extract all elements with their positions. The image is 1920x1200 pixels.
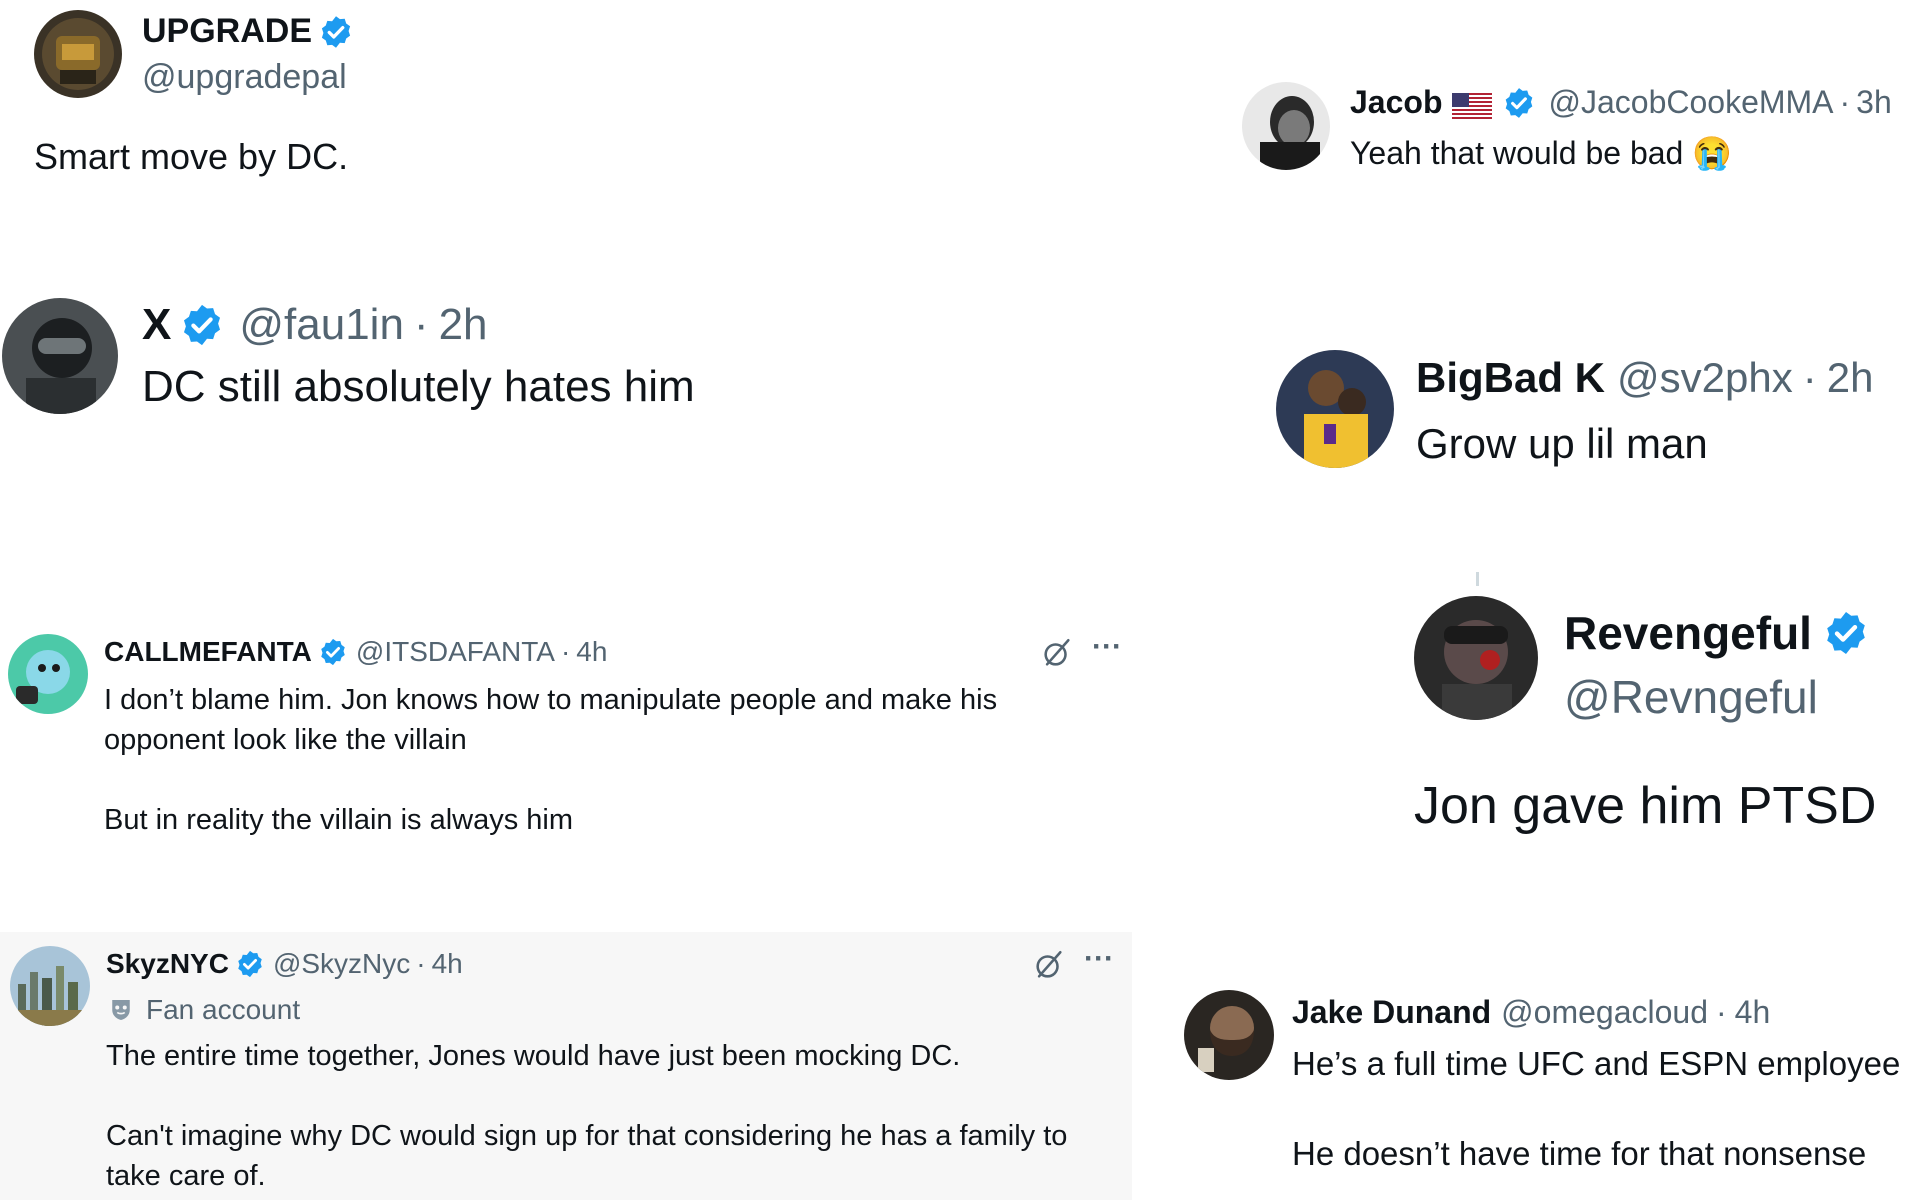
tweet-text-paragraph-2: Can't imagine why DC would sign up for t…: [106, 1120, 1068, 1192]
tweet-callmefanta: CALLMEFANTA @ITSDAFANTA · 4h ··· I don’t…: [0, 620, 1140, 850]
handle[interactable]: @SkyzNyc: [273, 948, 410, 980]
separator: ·: [416, 948, 426, 979]
avatar[interactable]: [2, 298, 118, 414]
handle[interactable]: @omegacloud: [1501, 994, 1708, 1031]
timestamp[interactable]: 3h: [1856, 84, 1892, 121]
tweet-text-paragraph-1: The entire time together, Jones would ha…: [106, 1040, 961, 1072]
tweet-text: DC still absolutely hates him: [142, 362, 695, 411]
verified-badge-icon: [1502, 86, 1536, 120]
tweet-skyznyc: SkyzNYC @SkyzNyc · 4h ··· Fan account Th…: [0, 932, 1132, 1200]
avatar[interactable]: [1414, 596, 1538, 720]
tweet-jacob: Jacob @JacobCookeMMA · 3h Yeah that woul…: [1230, 70, 1920, 190]
timestamp[interactable]: 4h: [576, 636, 607, 668]
tweet-upgrade: UPGRADE @upgradepal Smart move by DC.: [0, 0, 1000, 200]
display-name[interactable]: Revengeful: [1564, 606, 1812, 660]
tweet-text-paragraph-1: I don’t blame him. Jon knows how to mani…: [104, 684, 998, 756]
timestamp[interactable]: 2h: [439, 300, 488, 350]
display-name[interactable]: Jake Dunand: [1292, 994, 1491, 1031]
tweet-text-paragraph-1: He’s a full time UFC and ESPN employee: [1292, 1045, 1901, 1082]
avatar[interactable]: [34, 10, 122, 98]
verified-badge-icon: [1822, 609, 1870, 657]
more-options-icon[interactable]: ···: [1084, 942, 1114, 976]
tweet-revengeful: Revengeful @Revngeful Jon gave him PTSD: [1400, 570, 1920, 860]
timestamp[interactable]: 4h: [432, 948, 463, 980]
tweet-text-paragraph-2: He doesn’t have time for that nonsense: [1292, 1135, 1867, 1172]
verified-badge-icon: [179, 302, 225, 348]
display-name[interactable]: BigBad K: [1416, 354, 1605, 402]
handle[interactable]: @fau1in: [239, 300, 404, 350]
verified-badge-icon: [235, 949, 265, 979]
thread-line: [1476, 572, 1479, 586]
verified-badge-icon: [318, 14, 354, 50]
handle[interactable]: @sv2phx: [1617, 354, 1793, 402]
grok-icon[interactable]: [1040, 636, 1074, 670]
handle[interactable]: @upgradepal: [142, 58, 347, 97]
grok-icon[interactable]: [1032, 948, 1066, 982]
avatar[interactable]: [1184, 990, 1274, 1080]
separator: ·: [1716, 994, 1727, 1030]
display-name[interactable]: CALLMEFANTA: [104, 636, 312, 668]
tweet-text: Smart move by DC.: [34, 136, 349, 177]
separator: ·: [413, 300, 429, 349]
handle[interactable]: @Revngeful: [1564, 670, 1818, 724]
display-name[interactable]: UPGRADE: [142, 12, 312, 51]
display-name[interactable]: X: [142, 300, 171, 350]
tweet-text-paragraph-2: But in reality the villain is always him: [104, 804, 574, 836]
display-name[interactable]: SkyzNYC: [106, 948, 229, 980]
handle[interactable]: @ITSDAFANTA: [356, 636, 555, 668]
tweet-text: Jon gave him PTSD: [1414, 777, 1877, 835]
tweet-bigbad-k: BigBad K @sv2phx · 2h Grow up lil man: [1260, 340, 1920, 480]
separator: ·: [560, 636, 571, 667]
avatar[interactable]: [8, 634, 88, 714]
mask-icon: [106, 995, 136, 1025]
tweet-text: Yeah that would be bad 😭: [1350, 135, 1733, 171]
fan-account-label: Fan account: [146, 994, 301, 1025]
tweet-x: X @fau1in · 2h DC still absolutely hates…: [0, 290, 900, 430]
separator: ·: [1802, 354, 1817, 401]
handle[interactable]: @JacobCookeMMA: [1548, 84, 1833, 121]
timestamp[interactable]: 4h: [1735, 994, 1771, 1031]
separator: ·: [1839, 84, 1851, 120]
verified-badge-icon: [318, 637, 348, 667]
display-name[interactable]: Jacob: [1350, 84, 1442, 121]
avatar[interactable]: [1242, 82, 1330, 170]
timestamp[interactable]: 2h: [1827, 354, 1874, 402]
avatar[interactable]: [10, 946, 90, 1026]
tweet-text: Grow up lil man: [1416, 420, 1708, 467]
more-options-icon[interactable]: ···: [1092, 630, 1122, 664]
tweet-jake-dunand: Jake Dunand @omegacloud · 4h He’s a full…: [1170, 980, 1920, 1200]
us-flag-icon: [1452, 90, 1493, 119]
avatar[interactable]: [1276, 350, 1394, 468]
